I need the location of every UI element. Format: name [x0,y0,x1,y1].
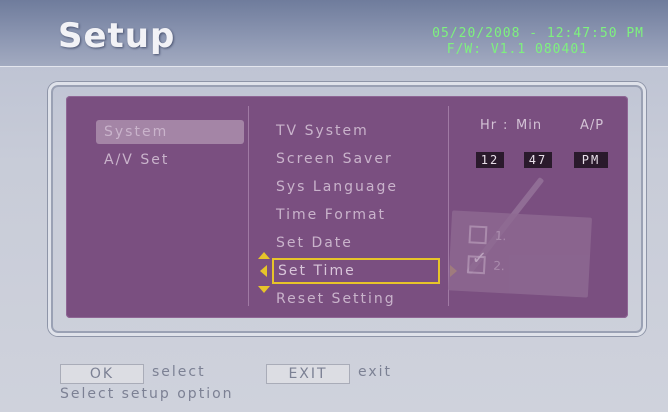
menu-item-time-format[interactable]: Time Format [276,204,386,226]
ok-hint-text: select [152,364,206,380]
datetime-readout: 05/20/2008 - 12:47:50 PM [432,26,644,41]
menu-item-set-date[interactable]: Set Date [276,232,353,254]
checklist-item-1: 1. [494,228,507,244]
scroll-down-arrow-icon[interactable] [258,286,270,293]
header-bar: Setup 05/20/2008 - 12:47:50 PM F/W: V1.1… [0,0,668,67]
ok-button[interactable]: OK [60,364,144,384]
status-hint: Select setup option [60,386,234,402]
minute-label: Min [516,118,543,133]
hour-label: Hr [480,118,498,133]
minute-field[interactable]: 47 [524,152,552,168]
exit-hint-text: exit [358,364,393,380]
ampm-field[interactable]: PM [574,152,608,168]
left-arrow-icon[interactable] [260,265,267,277]
menu-item-sys-language[interactable]: Sys Language [276,176,398,198]
setup-panel: System A/V Set TV System Screen Saver Sy… [66,96,628,318]
page-title: Setup [58,16,176,56]
hour-field[interactable]: 12 [476,152,504,168]
left-menu-item-label: System [104,124,169,140]
checklist-item-2: 2. [492,258,506,274]
left-menu-item-label: A/V Set [104,152,170,168]
time-separator: : [503,118,509,133]
menu-item-screen-saver[interactable]: Screen Saver [276,148,393,170]
scroll-up-arrow-icon[interactable] [258,252,270,259]
menu-item-reset-setting[interactable]: Reset Setting [276,288,396,310]
menu-item-set-time-label: Set Time [278,263,356,279]
column-divider [248,106,249,306]
checkmark-icon: ✓ [471,247,488,270]
menu-item-set-time[interactable]: Set Time [272,258,440,284]
left-menu-item-av-set[interactable]: A/V Set [96,148,244,172]
firmware-version: F/W: V1.1 080401 [446,42,588,57]
menu-item-tv-system[interactable]: TV System [276,120,369,142]
exit-button[interactable]: EXIT [266,364,350,384]
checkbox-icon [468,225,488,245]
ampm-label: A/P [580,118,605,133]
left-menu-item-system[interactable]: System [96,120,244,144]
checklist-illustration: 1. ✓ 2. [448,210,592,298]
